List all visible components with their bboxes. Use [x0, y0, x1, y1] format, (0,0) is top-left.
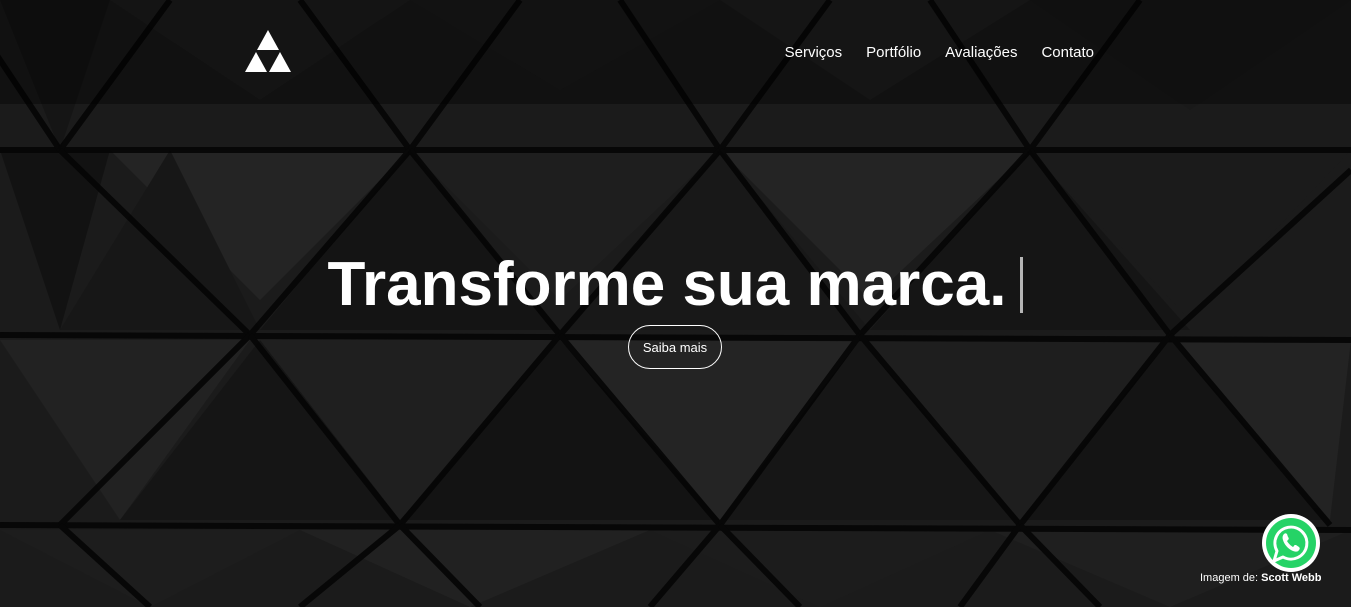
- headline-container: Transforme sua marca.: [0, 248, 1351, 322]
- credit-author[interactable]: Scott Webb: [1261, 572, 1321, 584]
- credit-prefix: Imagem de:: [1200, 572, 1259, 584]
- nav-item-servicos[interactable]: Serviços: [785, 44, 843, 61]
- navbar: Serviços Portfólio Avaliações Contato: [0, 0, 1351, 104]
- nav-menu: Serviços Portfólio Avaliações Contato: [785, 44, 1094, 61]
- nav-item-avaliacoes[interactable]: Avaliações: [945, 44, 1017, 61]
- hero-headline: Transforme sua marca.: [327, 250, 1007, 319]
- triforce-logo-icon[interactable]: [244, 30, 292, 72]
- nav-item-portfolio[interactable]: Portfólio: [866, 44, 921, 61]
- saiba-mais-button[interactable]: Saiba mais: [628, 325, 722, 369]
- image-credit: Imagem de: Scott Webb: [1200, 572, 1321, 584]
- nav-item-contato[interactable]: Contato: [1041, 44, 1094, 61]
- whatsapp-icon[interactable]: [1260, 512, 1322, 574]
- hero-section: Serviços Portfólio Avaliações Contato Tr…: [0, 0, 1351, 607]
- typing-caret: [1020, 257, 1024, 313]
